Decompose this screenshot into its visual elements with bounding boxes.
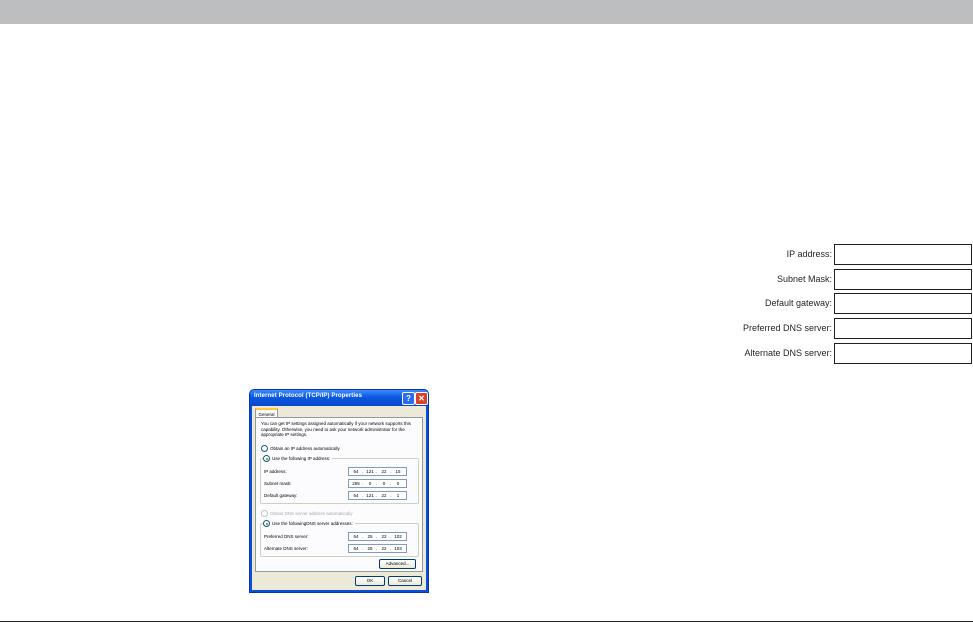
ip-octet: 15 [395,469,401,474]
ip-octet: 0 [368,481,372,486]
default-gateway-input[interactable]: 64 . 121 . 22 . 1 [348,491,407,500]
radio-off-icon [261,445,268,453]
ip-address-input[interactable]: 64 . 121 . 22 . 15 [348,467,407,476]
ip-octet: 25 [367,534,373,539]
subnet-mask-label: Subnet mask: [264,481,292,486]
ok-button[interactable]: OK [355,576,385,586]
preferred-dns-label: Preferred DNS server: [264,534,309,539]
blank-ip-address-label: IP address: [786,249,832,259]
alternate-dns-row: Alternate DNS server: 64 . 25 . 22 . 103 [264,544,414,553]
default-gateway-row: Default gateway: 64 . 121 . 22 . 1 [264,491,414,500]
ip-octet: 22 [381,493,387,498]
blank-preferred-dns-field[interactable] [834,318,972,339]
use-following-dns-label: Use the followingDNS server addresses: [272,521,353,526]
top-gray-bar [0,0,973,24]
ip-octet: 121 [366,493,374,498]
blank-alternate-dns-row: Alternate DNS server: [700,343,973,364]
use-following-dns-radio[interactable]: Use the followingDNS server addresses: [263,520,355,528]
advanced-button[interactable]: Advanced... [379,559,416,569]
blank-ip-address-row: IP address: [700,244,973,265]
ip-octet: 121 [366,469,374,474]
obtain-dns-auto-label: Obtain DNS server address automatically [270,511,353,516]
blank-subnet-mask-label: Subnet Mask: [776,274,832,284]
blank-ip-form: IP address: Subnet Mask: Default gateway… [700,244,973,366]
obtain-ip-auto-radio[interactable]: Obtain an IP address automatically [261,445,340,453]
ip-octet: 64 [353,469,359,474]
subnet-mask-row: Subnet mask: 255 . 0 . 0 . 0 [264,479,414,488]
ip-octet: 25 [367,546,373,551]
use-following-ip-radio[interactable]: Use the following IP address: [263,455,333,463]
blank-subnet-mask-field[interactable] [834,269,972,290]
ip-octet: 0 [396,481,400,486]
preferred-dns-input[interactable]: 64 . 25 . 22 . 102 [348,532,407,541]
ip-octet: 22 [381,469,387,474]
ip-octet: 255 [352,481,360,486]
ip-octet: 1 [396,493,400,498]
ip-octet: 22 [381,546,387,551]
blank-default-gateway-label: Default gateway: [764,298,832,308]
ip-octet: 64 [353,493,359,498]
ip-address-row: IP address: 64 . 121 . 22 . 15 [264,467,414,476]
radio-disabled-icon [261,510,268,518]
blank-default-gateway-row: Default gateway: [700,293,973,314]
obtain-ip-auto-label: Obtain an IP address automatically [270,446,340,451]
intro-text: You can get IP settings assigned automat… [261,421,411,437]
ip-octet: 64 [353,534,359,539]
dialog-body: General You can get IP settings assigned… [252,406,426,590]
close-icon[interactable]: ✕ [415,392,428,405]
ip-octet: 0 [382,481,386,486]
ip-octet: 103 [394,546,402,551]
ip-octet: 22 [381,534,387,539]
dns-group: Use the followingDNS server addresses: P… [260,520,419,557]
ip-address-label: IP address: [264,469,287,474]
blank-default-gateway-field[interactable] [834,293,972,314]
ip-address-group: Use the following IP address: IP address… [260,455,419,504]
dialog-title: Internet Protocol (TCP/IP) Properties [254,393,363,399]
tcpip-properties-dialog: Internet Protocol (TCP/IP) Properties ? … [250,390,428,592]
blank-preferred-dns-label: Preferred DNS server: [742,323,832,333]
obtain-dns-auto-radio[interactable]: Obtain DNS server address automatically [261,510,353,518]
general-tab-panel: You can get IP settings assigned automat… [255,417,423,572]
blank-alternate-dns-field[interactable] [834,343,972,364]
dialog-titlebar[interactable]: Internet Protocol (TCP/IP) Properties ? … [250,390,428,406]
radio-on-icon [263,520,270,528]
default-gateway-label: Default gateway: [264,493,298,498]
alternate-dns-label: Alternate DNS server: [264,546,308,551]
blank-ip-address-field[interactable] [834,244,972,265]
blank-alternate-dns-label: Alternate DNS server: [744,348,832,358]
use-following-ip-label: Use the following IP address: [272,456,331,461]
cancel-button[interactable]: Cancel [388,576,422,586]
ip-octet: 64 [353,546,359,551]
alternate-dns-input[interactable]: 64 . 25 . 22 . 103 [348,544,407,553]
blank-subnet-mask-row: Subnet Mask: [700,269,973,290]
bottom-divider [0,621,973,622]
preferred-dns-row: Preferred DNS server: 64 . 25 . 22 . 102 [264,532,414,541]
blank-preferred-dns-row: Preferred DNS server: [700,318,973,339]
radio-on-icon [263,455,270,463]
ip-octet: 102 [394,534,402,539]
subnet-mask-input[interactable]: 255 . 0 . 0 . 0 [348,479,407,488]
help-icon[interactable]: ? [402,392,415,405]
